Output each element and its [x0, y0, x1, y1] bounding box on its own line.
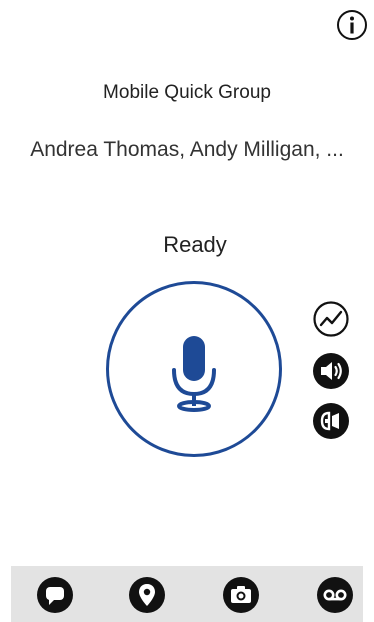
group-title: Mobile Quick Group	[103, 82, 271, 103]
location-icon[interactable]	[128, 576, 166, 614]
group-members: Andrea Thomas, Andy Milligan, ...	[30, 138, 344, 161]
info-icon[interactable]	[336, 9, 368, 41]
status-label: Ready	[163, 232, 227, 257]
earpiece-icon[interactable]	[312, 402, 350, 440]
voicemail-icon[interactable]	[316, 576, 354, 614]
microphone-icon	[172, 336, 216, 412]
camera-icon[interactable]	[222, 576, 260, 614]
speaker-icon[interactable]	[312, 352, 350, 390]
activity-icon[interactable]	[312, 300, 350, 338]
push-to-talk-button[interactable]	[105, 280, 283, 458]
bottom-action-bar	[11, 566, 363, 622]
message-icon[interactable]	[36, 576, 74, 614]
